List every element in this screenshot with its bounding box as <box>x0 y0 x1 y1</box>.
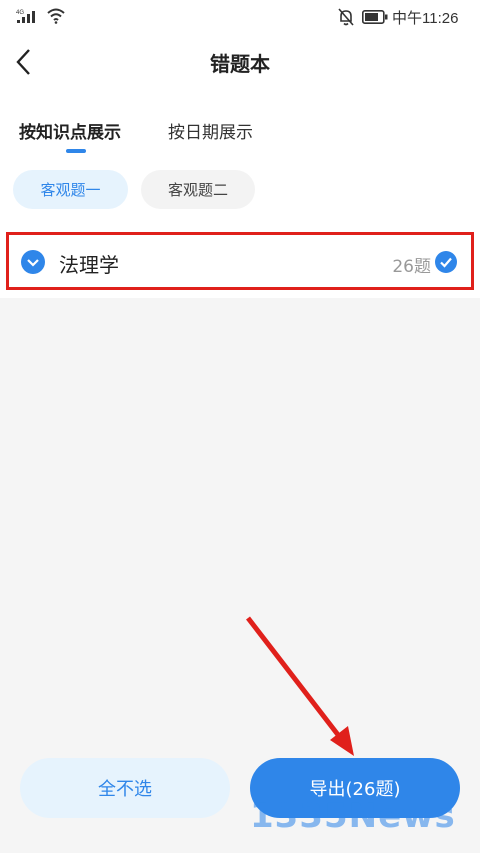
tab-by-date[interactable]: 按日期展示 <box>168 118 253 143</box>
active-tab-indicator <box>66 149 86 153</box>
tab-by-knowledge-point[interactable]: 按知识点展示 <box>19 118 121 143</box>
signal-icon: 4G <box>16 10 35 23</box>
category-name: 法理学 <box>59 253 119 277</box>
question-count: 26题 <box>392 257 431 277</box>
battery-icon <box>362 10 388 24</box>
chip-objective-1[interactable]: 客观题一 <box>13 170 128 209</box>
mute-bell-icon <box>338 8 354 26</box>
status-bar: 4G 中午11:26 <box>0 0 480 34</box>
network-type: 4G <box>16 10 24 16</box>
category-row[interactable]: 法理学 26题 <box>6 232 474 290</box>
checkmark-icon[interactable] <box>435 251 457 273</box>
deselect-all-button[interactable]: 全不选 <box>20 758 230 818</box>
annotation-arrow <box>246 616 354 756</box>
clock: 中午11:26 <box>392 10 459 27</box>
watermark: 1335News <box>250 796 456 836</box>
wifi-icon <box>47 8 65 24</box>
chevron-down-icon[interactable] <box>21 250 45 274</box>
chip-objective-2[interactable]: 客观题二 <box>141 170 255 209</box>
page-title: 错题本 <box>210 52 270 76</box>
